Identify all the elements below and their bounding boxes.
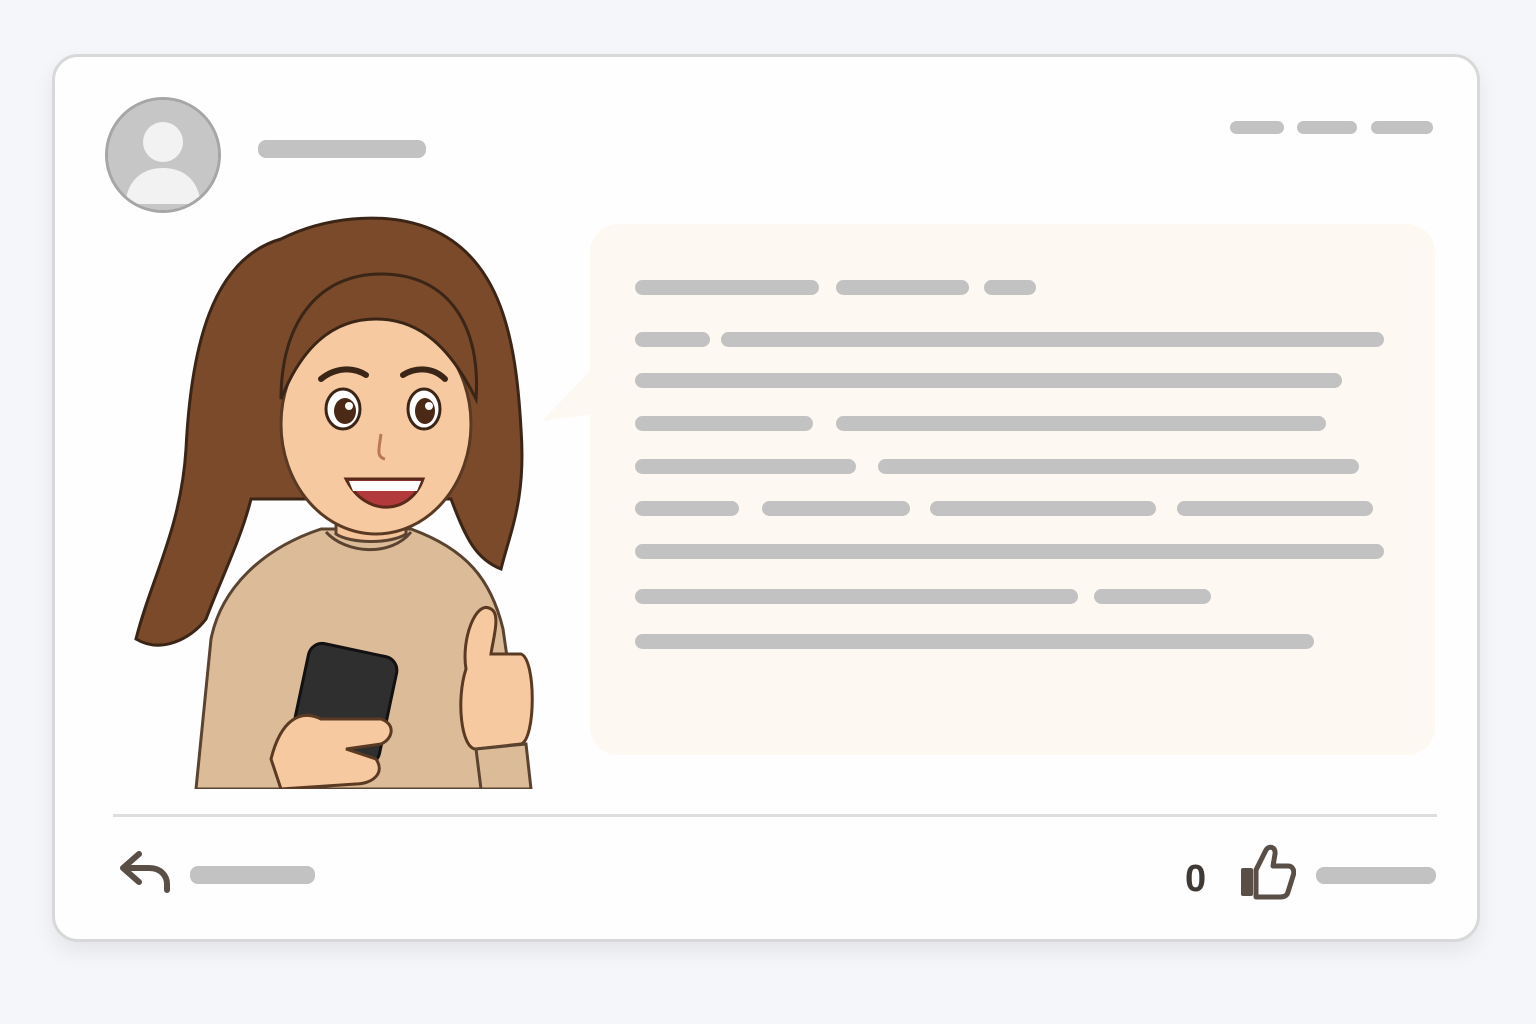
woman-with-phone-illustration [134, 216, 534, 789]
reply-arrow-icon[interactable] [119, 850, 171, 894]
text-line-placeholder [984, 280, 1036, 295]
user-avatar-icon[interactable] [105, 97, 221, 213]
text-line-placeholder [1094, 589, 1211, 604]
text-line-placeholder [635, 501, 739, 516]
text-line-placeholder [1177, 501, 1373, 516]
message-bubble [590, 224, 1435, 755]
text-line-placeholder [635, 280, 819, 295]
text-line-placeholder [635, 544, 1384, 559]
text-line-placeholder [635, 332, 710, 347]
author-name-placeholder [258, 140, 426, 158]
text-line-placeholder [721, 332, 1384, 347]
reply-label-placeholder[interactable] [190, 866, 315, 884]
text-line-placeholder [635, 634, 1314, 649]
text-line-placeholder [762, 501, 910, 516]
text-line-placeholder [878, 459, 1359, 474]
text-line-placeholder [635, 459, 856, 474]
text-line-placeholder [836, 280, 969, 295]
menu-dash [1297, 121, 1357, 134]
footer-divider [113, 814, 1437, 817]
text-line-placeholder [635, 589, 1078, 604]
like-count: 0 [1185, 858, 1207, 900]
text-line-placeholder [635, 373, 1342, 388]
like-label-placeholder[interactable] [1316, 867, 1436, 884]
text-line-placeholder [635, 416, 813, 431]
thumbs-up-icon[interactable] [1238, 844, 1296, 900]
post-card: 0 [52, 54, 1480, 942]
menu-dash [1230, 121, 1284, 134]
menu-dash [1371, 121, 1433, 134]
text-line-placeholder [836, 416, 1326, 431]
text-line-placeholder [930, 501, 1156, 516]
